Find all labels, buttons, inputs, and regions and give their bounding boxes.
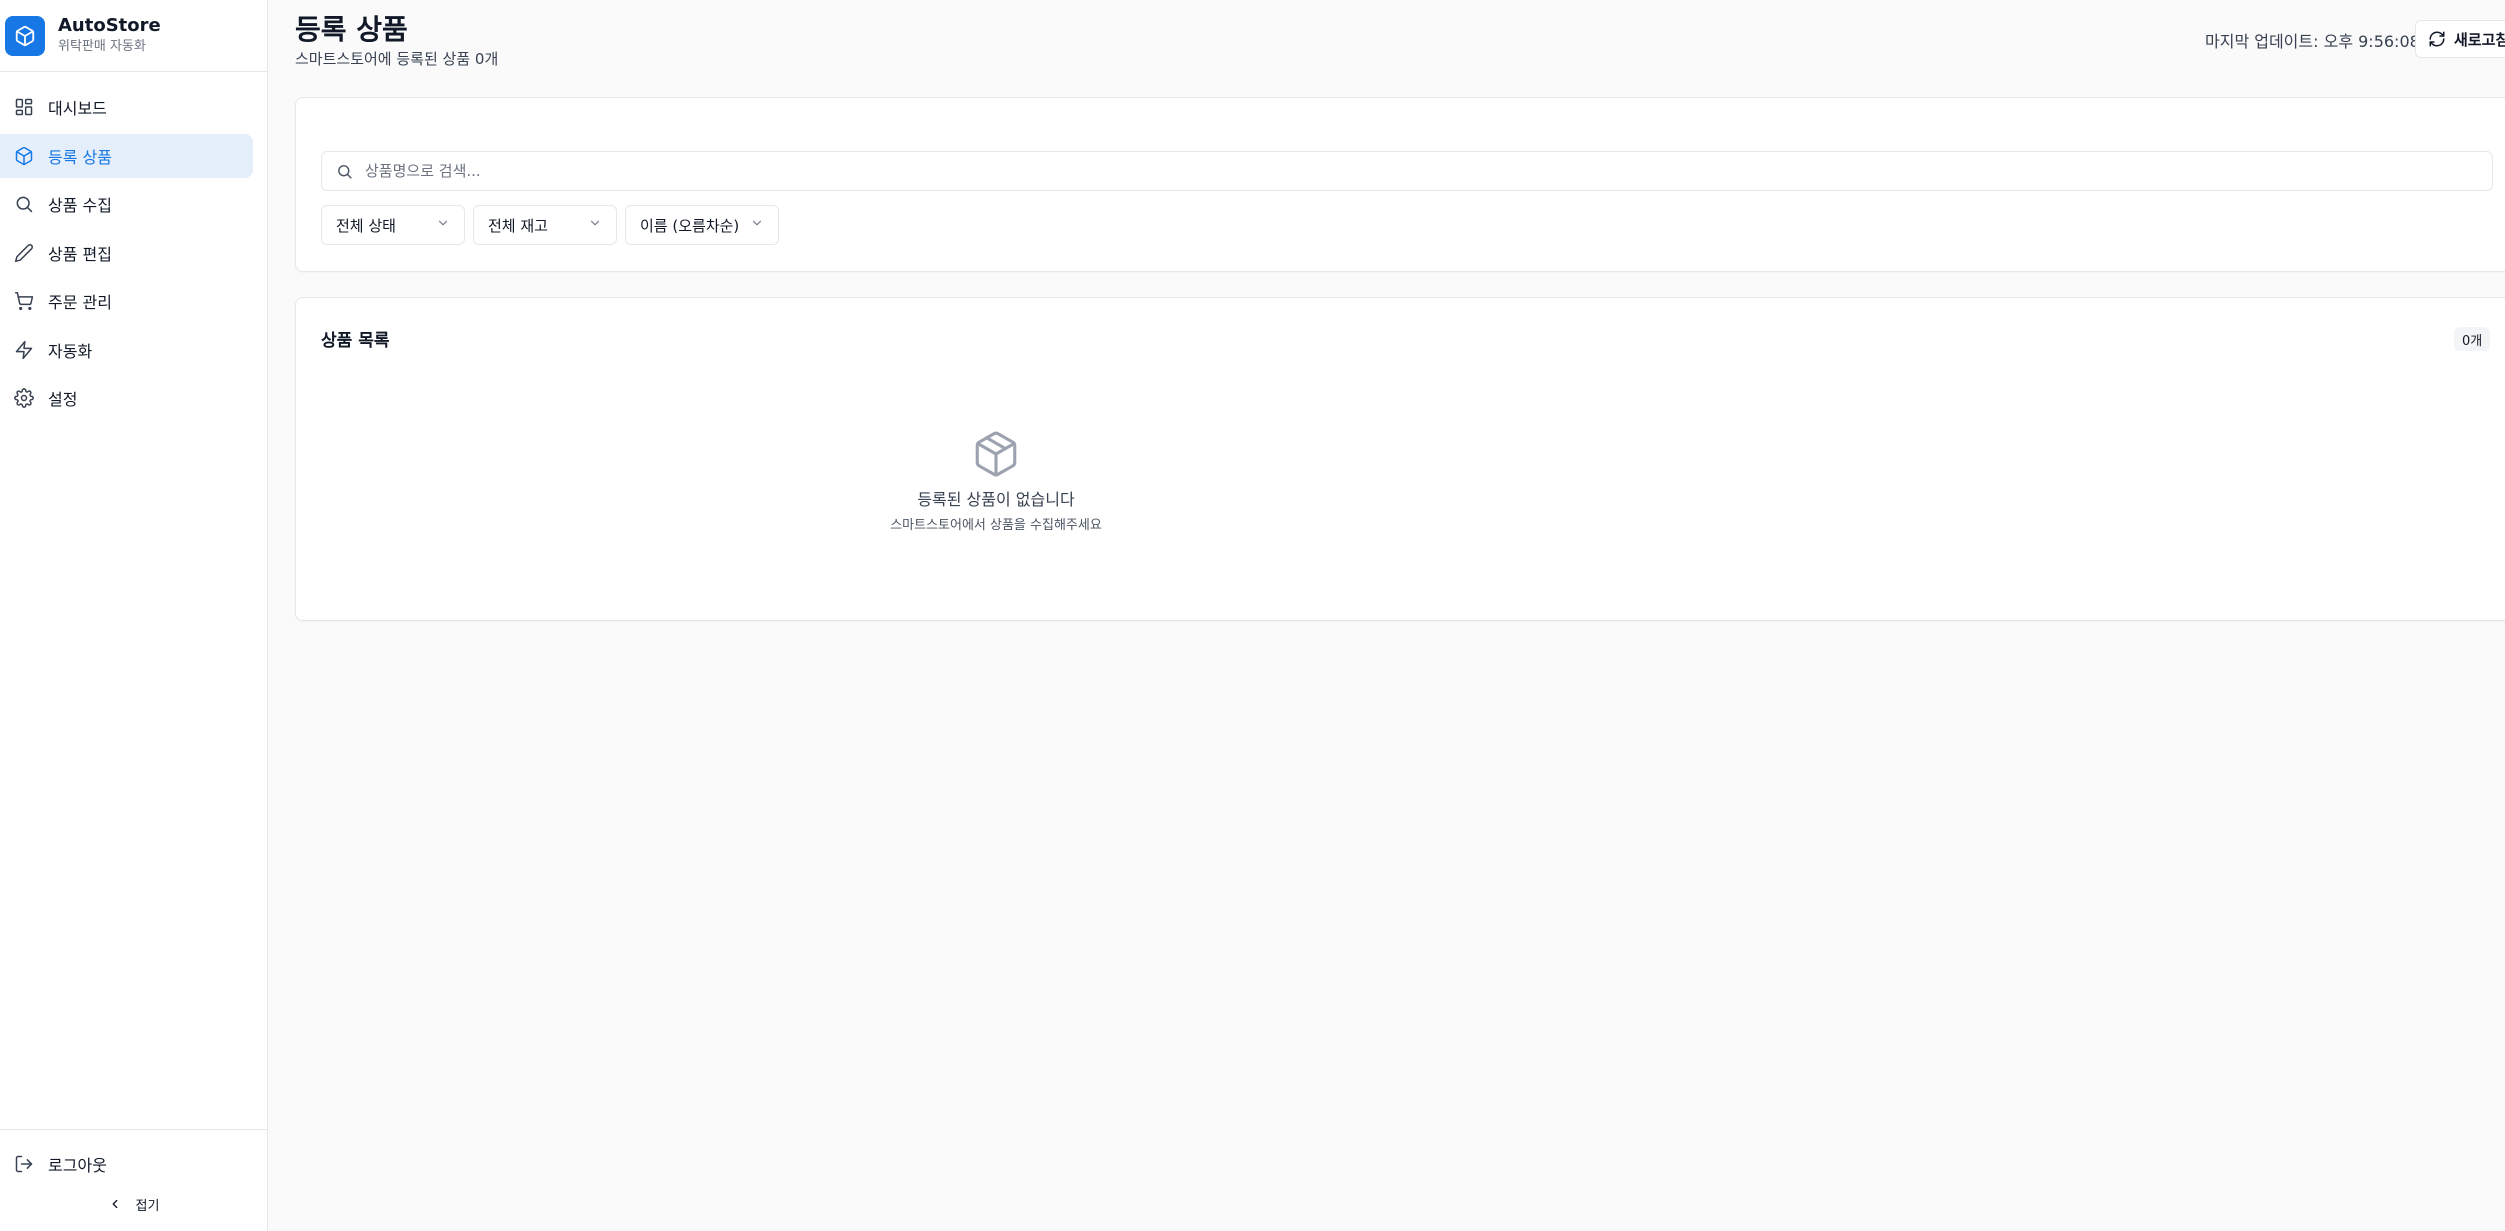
collapse-sidebar-button[interactable]: 접기 bbox=[0, 1189, 267, 1219]
app-root: AutoStore 위탁판매 자동화 대시보드 등록 상품 상품 수집 상품 편… bbox=[0, 0, 2505, 1231]
sidebar-item-label: 등록 상품 bbox=[48, 147, 112, 167]
empty-state-subtitle: 스마트스토어에서 상품을 수집해주세요 bbox=[890, 518, 1102, 533]
package-icon bbox=[971, 429, 1021, 479]
sidebar-footer: 로그아웃 접기 bbox=[0, 1129, 267, 1231]
logout-button[interactable]: 로그아웃 bbox=[0, 1142, 267, 1186]
chevron-down-icon bbox=[436, 216, 450, 234]
status-filter-value: 전체 상태 bbox=[336, 216, 396, 235]
empty-state-title: 등록된 상품이 없습니다 bbox=[917, 490, 1075, 509]
product-list-title: 상품 목록 bbox=[321, 331, 390, 351]
sidebar-item-label: 주문 관리 bbox=[48, 293, 112, 312]
pencil-icon bbox=[14, 243, 34, 263]
sidebar: AutoStore 위탁판매 자동화 대시보드 등록 상품 상품 수집 상품 편… bbox=[0, 0, 268, 1231]
brand-subtitle: 위탁판매 자동화 bbox=[58, 39, 146, 54]
empty-state: 등록된 상품이 없습니다 스마트스토어에서 상품을 수집해주세요 bbox=[296, 429, 1696, 533]
sidebar-item-product-edit[interactable]: 상품 편집 bbox=[0, 231, 253, 275]
sidebar-item-automation[interactable]: 자동화 bbox=[0, 328, 253, 372]
page-subtitle: 스마트스토어에 등록된 상품 0개 bbox=[295, 50, 499, 68]
refresh-label: 새로고침 bbox=[2454, 30, 2505, 49]
sidebar-item-label: 대시보드 bbox=[48, 99, 107, 118]
search-input[interactable] bbox=[365, 162, 2465, 180]
sidebar-item-product-collection[interactable]: 상품 수집 bbox=[0, 182, 253, 226]
status-filter-select[interactable]: 전체 상태 bbox=[321, 205, 465, 245]
sidebar-item-registered-products[interactable]: 등록 상품 bbox=[0, 133, 253, 178]
brand[interactable]: AutoStore 위탁판매 자동화 bbox=[0, 0, 267, 72]
product-list-card: 상품 목록 0개 등록된 상품이 없습니다 스마트스토어에서 상품을 수집해주세… bbox=[295, 297, 2505, 621]
product-count-badge: 0개 bbox=[2454, 327, 2491, 351]
sidebar-item-settings[interactable]: 설정 bbox=[0, 376, 253, 420]
sidebar-item-label: 자동화 bbox=[48, 341, 93, 361]
chevron-down-icon bbox=[750, 216, 764, 234]
filter-card: 전체 상태 전체 재고 이름 (오름차순) bbox=[295, 97, 2505, 272]
collapse-label: 접기 bbox=[135, 1198, 160, 1214]
sidebar-item-order-management[interactable]: 주문 관리 bbox=[0, 279, 253, 323]
sidebar-item-label: 상품 수집 bbox=[48, 196, 112, 215]
sidebar-item-dashboard[interactable]: 대시보드 bbox=[0, 85, 253, 129]
chevron-left-icon bbox=[108, 1197, 122, 1211]
dashboard-icon bbox=[14, 97, 34, 117]
refresh-icon bbox=[2428, 30, 2446, 48]
gear-icon bbox=[14, 388, 34, 408]
brand-logo-icon bbox=[5, 15, 45, 56]
stock-filter-value: 전체 재고 bbox=[488, 216, 548, 235]
brand-name: AutoStore bbox=[58, 15, 161, 36]
search-icon bbox=[336, 163, 353, 180]
refresh-button[interactable]: 새로고침 bbox=[2415, 20, 2505, 58]
package-icon bbox=[14, 146, 34, 166]
search-box[interactable] bbox=[321, 151, 2493, 191]
page-title: 등록 상품 bbox=[295, 13, 408, 46]
sort-value: 이름 (오름차순) bbox=[640, 216, 740, 235]
sidebar-item-label: 설정 bbox=[48, 390, 78, 409]
sidebar-item-label: 상품 편집 bbox=[48, 244, 112, 264]
sidebar-nav: 대시보드 등록 상품 상품 수집 상품 편집 주문 관리 자동화 설정 bbox=[0, 72, 267, 420]
logout-label: 로그아웃 bbox=[48, 1156, 107, 1175]
search-icon bbox=[14, 194, 34, 214]
lightning-icon bbox=[14, 340, 34, 360]
chevron-down-icon bbox=[588, 216, 602, 234]
stock-filter-select[interactable]: 전체 재고 bbox=[473, 205, 617, 245]
sort-select[interactable]: 이름 (오름차순) bbox=[625, 205, 779, 245]
main-content: 등록 상품 스마트스토어에 등록된 상품 0개 마지막 업데이트: 오후 9:5… bbox=[268, 0, 2505, 1231]
logout-icon bbox=[14, 1154, 34, 1174]
last-update-text: 마지막 업데이트: 오후 9:56:08 bbox=[2205, 32, 2420, 51]
cart-icon bbox=[14, 291, 34, 311]
